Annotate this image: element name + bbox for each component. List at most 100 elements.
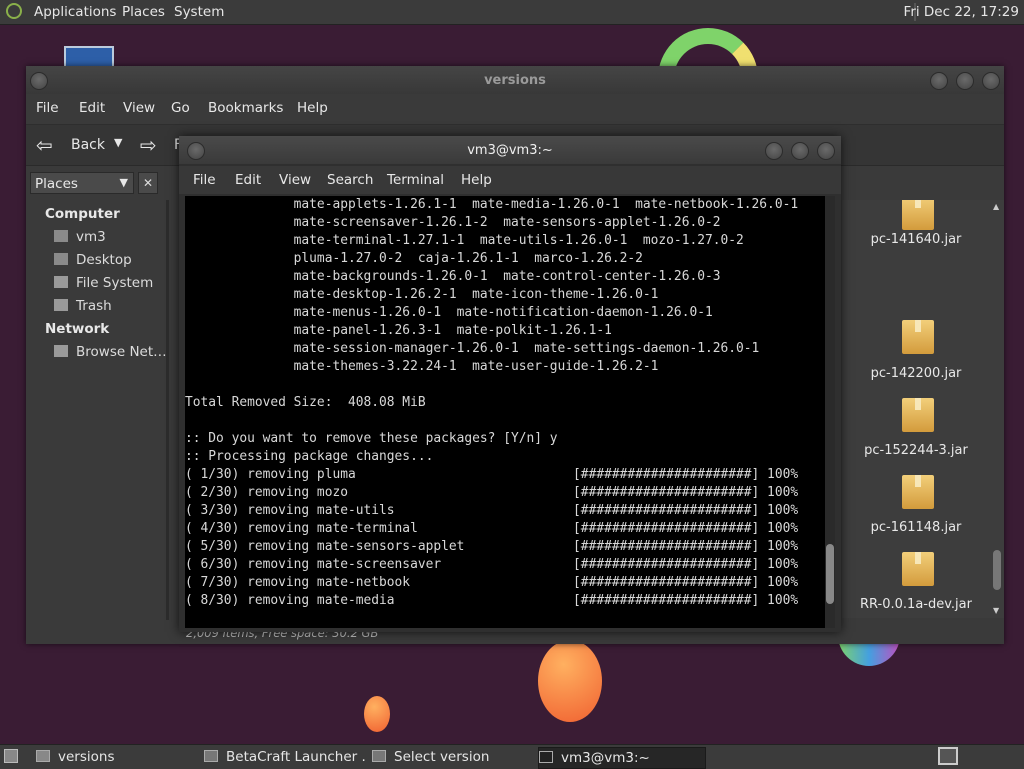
task-terminal[interactable]: vm3@vm3:~ [538, 747, 706, 769]
terminal-line: ( 8/30) removing mate-media [###########… [185, 593, 799, 608]
java-app-icon [204, 750, 218, 762]
terminal-titlebar[interactable]: vm3@vm3:~ [179, 136, 841, 164]
close-sidebar-icon[interactable]: ✕ [138, 172, 158, 194]
maximize-button[interactable] [791, 142, 809, 160]
jar-file-icon [902, 475, 934, 509]
maximize-button[interactable] [956, 72, 974, 90]
wallpaper-blob-orange [538, 640, 602, 722]
back-history-dropdown-icon[interactable]: ▼ [114, 136, 122, 149]
terminal-line: mate-themes-3.22.24-1 mate-user-guide-1.… [185, 359, 659, 374]
places-sidebar: Computer vm3 Desktop File System Trash N… [30, 200, 167, 620]
file-manager-titlebar[interactable]: versions [26, 66, 1004, 94]
terminal-line: pluma-1.27.0-2 caja-1.26.1-1 marco-1.26.… [185, 251, 643, 266]
terminal-line: mate-backgrounds-1.26.0-1 mate-control-c… [185, 269, 721, 284]
file-item[interactable]: pc-152244-3.jar [842, 398, 990, 468]
clock[interactable]: Fri Dec 22, 17:29 [904, 4, 1019, 20]
file-manager-menubar: File Edit View Go Bookmarks Help [26, 94, 1004, 122]
window-title: versions [484, 73, 546, 88]
mate-logo-icon[interactable] [6, 3, 22, 19]
scrollbar-thumb[interactable] [993, 550, 1001, 590]
sidebar-heading-computer: Computer [45, 206, 120, 222]
menu-go[interactable]: Go [171, 100, 190, 116]
forward-arrow-icon[interactable]: ⇨ [140, 133, 157, 157]
file-name: pc-161148.jar [870, 520, 962, 535]
task-versions[interactable]: versions [36, 747, 196, 767]
desktop-folder-icon [54, 253, 68, 265]
chevron-down-icon: ▼ [119, 176, 128, 189]
menu-file[interactable]: File [193, 172, 216, 188]
menu-terminal[interactable]: Terminal [387, 172, 444, 188]
places-combo-label: Places [35, 176, 78, 192]
menu-view[interactable]: View [279, 172, 311, 188]
menu-edit[interactable]: Edit [235, 172, 261, 188]
file-item[interactable]: pc-142200.jar [842, 320, 990, 390]
sidebar-item-desktop[interactable]: Desktop [54, 252, 132, 268]
minimize-button[interactable] [930, 72, 948, 90]
close-button[interactable] [982, 72, 1000, 90]
terminal-line: mate-panel-1.26.3-1 mate-polkit-1.26.1-1 [185, 323, 612, 338]
sidebar-item-file-system[interactable]: File System [54, 275, 153, 291]
file-item[interactable]: RR-0.0.1a-dev.jar [842, 552, 990, 618]
file-item[interactable]: pc-141640.jar [842, 200, 990, 247]
scrollbar-thumb[interactable] [826, 544, 834, 604]
terminal-title: vm3@vm3:~ [467, 143, 553, 158]
pane-divider[interactable] [166, 200, 169, 620]
terminal-line: Total Removed Size: 408.08 MiB [185, 395, 426, 410]
terminal-line: mate-menus-1.26.0-1 mate-notification-da… [185, 305, 713, 320]
sidebar-item-trash[interactable]: Trash [54, 298, 112, 314]
workspace-switcher[interactable] [938, 747, 958, 765]
back-arrow-icon[interactable]: ⇦ [36, 133, 53, 157]
close-button[interactable] [817, 142, 835, 160]
terminal-line: mate-desktop-1.26.2-1 mate-icon-theme-1.… [185, 287, 659, 302]
terminal-line: mate-applets-1.26.1-1 mate-media-1.26.0-… [185, 197, 799, 212]
terminal-line: ( 6/30) removing mate-screensaver [#####… [185, 557, 799, 572]
sidebar-item-label: Browse Net… [76, 344, 167, 360]
jar-file-icon [902, 200, 934, 230]
jar-file-icon [902, 398, 934, 432]
file-view-scrollbar[interactable]: ▲ ▼ [990, 200, 1004, 618]
terminal-scrollbar[interactable] [825, 196, 835, 628]
menu-help[interactable]: Help [461, 172, 492, 188]
sidebar-places-combo[interactable]: Places ▼ [30, 172, 134, 194]
terminal-text: mate-applets-1.26.1-1 mate-media-1.26.0-… [185, 196, 825, 610]
jar-file-icon [902, 320, 934, 354]
scroll-down-icon[interactable]: ▼ [993, 606, 999, 615]
terminal-line: ( 3/30) removing mate-utils [###########… [185, 503, 799, 518]
file-name: pc-142200.jar [870, 366, 962, 381]
terminal-line: mate-screensaver-1.26.1-2 mate-sensors-a… [185, 215, 721, 230]
terminal-line: :: Processing package changes... [185, 449, 434, 464]
show-desktop-icon[interactable] [4, 749, 18, 763]
task-select-version[interactable]: Select version [372, 747, 534, 767]
terminal-line: ( 5/30) removing mate-sensors-applet [##… [185, 539, 799, 554]
places-menu[interactable]: Places [122, 4, 165, 20]
minimize-button[interactable] [765, 142, 783, 160]
terminal-line: ( 2/30) removing mozo [#################… [185, 485, 799, 500]
desktop-computer-icon[interactable] [64, 46, 114, 68]
bottom-panel: versions BetaCraft Launcher ... Select v… [0, 744, 1024, 769]
sidebar-item-browse-network[interactable]: Browse Net… [54, 344, 167, 360]
system-menu[interactable]: System [174, 4, 224, 20]
sidebar-item-home[interactable]: vm3 [54, 229, 106, 245]
file-view: pc-141640.jar pc-142200.jar pc-152244-3.… [842, 200, 990, 618]
menu-help[interactable]: Help [297, 100, 328, 116]
file-item[interactable]: pc-161148.jar [842, 475, 990, 545]
file-name: RR-0.0.1a-dev.jar [860, 597, 972, 612]
sidebar-item-label: Desktop [76, 252, 132, 268]
menu-edit[interactable]: Edit [79, 100, 105, 116]
back-button[interactable]: Back [71, 137, 105, 153]
menu-view[interactable]: View [123, 100, 155, 116]
menu-search[interactable]: Search [327, 172, 373, 188]
menu-file[interactable]: File [36, 100, 59, 116]
applications-menu[interactable]: Applications [34, 4, 116, 20]
sidebar-item-label: File System [76, 275, 154, 291]
terminal-window: vm3@vm3:~ File Edit View Search Terminal… [179, 136, 841, 632]
terminal-line: ( 7/30) removing mate-netbook [#########… [185, 575, 799, 590]
task-label: BetaCraft Launcher ... [226, 749, 366, 765]
scroll-up-icon[interactable]: ▲ [993, 202, 999, 211]
menu-bookmarks[interactable]: Bookmarks [208, 100, 283, 116]
terminal-output[interactable]: mate-applets-1.26.1-1 mate-media-1.26.0-… [185, 196, 825, 628]
file-name: pc-152244-3.jar [864, 443, 968, 458]
task-label: versions [58, 749, 115, 765]
task-betacraft-launcher[interactable]: BetaCraft Launcher ... [204, 747, 366, 767]
